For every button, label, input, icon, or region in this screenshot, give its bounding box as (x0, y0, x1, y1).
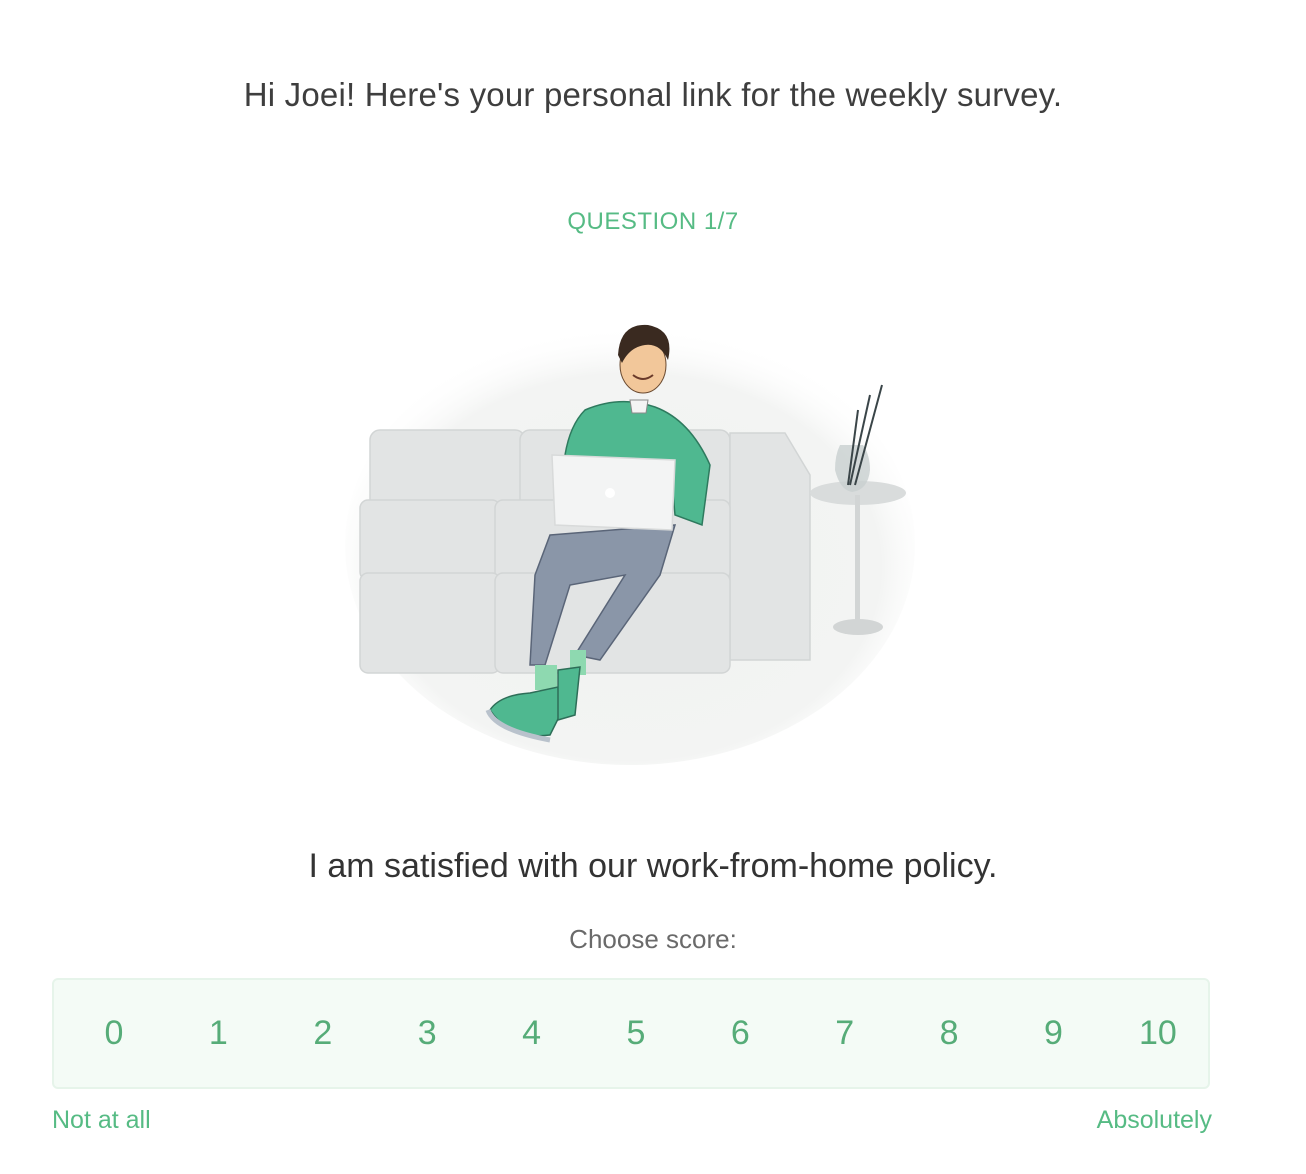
scale-min-label: Not at all (52, 1106, 151, 1134)
score-option-1[interactable]: 1 (198, 978, 238, 1089)
score-option-3[interactable]: 3 (407, 978, 447, 1089)
scale-max-label: Absolutely (1096, 1106, 1212, 1134)
laptop (551, 454, 676, 531)
score-option-8[interactable]: 8 (929, 978, 969, 1089)
score-option-7[interactable]: 7 (825, 978, 865, 1089)
score-option-10[interactable]: 10 (1138, 978, 1178, 1089)
score-option-4[interactable]: 4 (512, 978, 552, 1089)
score-option-6[interactable]: 6 (720, 978, 760, 1089)
score-selector: 0 1 2 3 4 5 6 7 8 9 10 (52, 978, 1210, 1089)
score-option-5[interactable]: 5 (616, 978, 656, 1089)
choose-score-label: Choose score: (569, 924, 737, 954)
greeting-text: Hi Joei! Here's your personal link for t… (243, 76, 1063, 113)
question-text: I am satisfied with our work-from-home p… (308, 847, 998, 885)
score-option-0[interactable]: 0 (94, 978, 134, 1089)
survey-illustration (330, 315, 930, 775)
score-option-9[interactable]: 9 (1034, 978, 1074, 1089)
person-on-sofa-illustration (345, 324, 915, 765)
question-counter: QUESTION 1/7 (567, 208, 739, 235)
score-option-2[interactable]: 2 (303, 978, 343, 1089)
